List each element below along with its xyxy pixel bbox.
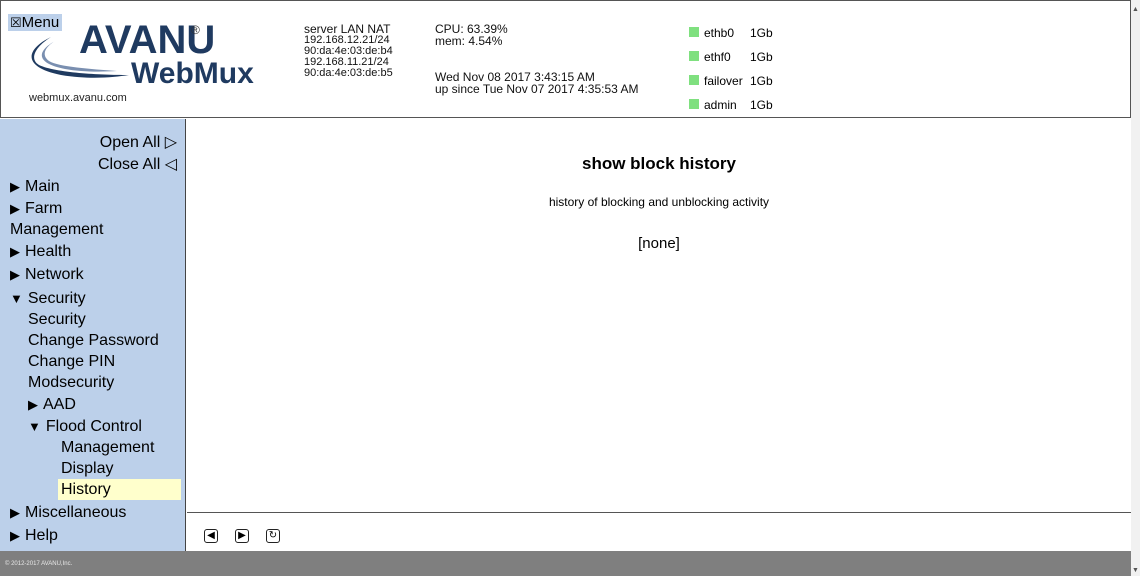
collapse-arrow-icon: ▼ (10, 291, 23, 306)
sidebar-item-label: History (61, 481, 111, 498)
sidebar-item-aad[interactable]: ▶ AAD (0, 394, 212, 415)
menu-toggle-button[interactable]: ☒Menu (8, 14, 63, 31)
sidebar-item-label: Display (61, 460, 114, 477)
back-icon: ◀ (207, 530, 215, 541)
sidebar-item-label: Change Password (28, 332, 159, 349)
sidebar-item-security-sub[interactable]: Security (0, 309, 212, 330)
copyright-text: © 2012-2017 AVANU,Inc. (5, 561, 73, 567)
close-all-link[interactable]: Close All ◁ (98, 154, 177, 174)
status-led-icon (689, 27, 699, 37)
page-nav-bar: ◀ ▶ ↻ (187, 512, 1131, 551)
expand-arrow-icon: ▶ (10, 528, 20, 543)
footer: © 2012-2017 AVANU,Inc. (0, 551, 1131, 576)
expand-arrow-icon: ▶ (10, 244, 20, 259)
open-all-link[interactable]: Open All ▷ (100, 132, 177, 152)
interface-speed: 1Gb (750, 74, 773, 88)
sidebar-item-modsecurity[interactable]: Modsecurity (0, 372, 212, 393)
sidebar-item-miscellaneous[interactable]: ▶ Miscellaneous (0, 502, 194, 523)
sidebar-item-label: Farm (25, 200, 63, 217)
registered-mark: ® (191, 23, 200, 37)
interface-speed: 1Gb (750, 50, 773, 64)
sidebar-item-security[interactable]: ▼ Security (0, 288, 194, 309)
interface-name: admin (704, 98, 737, 112)
forward-icon: ▶ (238, 530, 246, 541)
sidebar-item-label: Miscellaneous (25, 504, 127, 521)
expand-arrow-icon: ▶ (28, 397, 38, 412)
status-led-icon (689, 75, 699, 85)
uptime: up since Tue Nov 07 2017 4:35:53 AM (435, 82, 639, 96)
forward-button[interactable]: ▶ (235, 529, 249, 543)
expand-arrow-icon: ▶ (10, 505, 20, 520)
page-description: history of blocking and unblocking activ… (548, 195, 770, 209)
refresh-button[interactable]: ↻ (266, 529, 280, 543)
collapse-arrow-icon: ▼ (28, 419, 41, 434)
server-mac-2: 90:da:4e:03:de:b5 (304, 67, 393, 79)
scroll-up-arrow-icon[interactable]: ▲ (1132, 6, 1139, 13)
page-title: show block history (582, 154, 736, 173)
sidebar-item-label: Security (28, 311, 86, 328)
sidebar-item-label: Health (25, 243, 72, 260)
sidebar-item-label: AAD (43, 396, 76, 413)
sidebar-item-label: Flood Control (45, 418, 142, 435)
menu-label: Menu (21, 14, 60, 31)
sidebar-item-label: Management (10, 221, 104, 238)
interface-name: ethb0 (704, 26, 735, 40)
expand-arrow-icon: ▶ (10, 267, 20, 282)
header: ☒Menu AVANU ® WebMux webmux.avanu.com se… (0, 0, 1131, 118)
sidebar-item-help[interactable]: ▶ Help (0, 525, 194, 546)
status-led-icon (689, 51, 699, 61)
sidebar-item-change-password[interactable]: Change Password (0, 330, 212, 351)
refresh-icon: ↻ (268, 530, 278, 541)
expand-arrow-icon: ▶ (10, 201, 20, 216)
main-content: show block history history of blocking a… (187, 119, 1131, 512)
site-url: webmux.avanu.com (29, 92, 127, 104)
result-value: [none] (638, 235, 680, 252)
sidebar-item-label: Management (61, 439, 155, 456)
sidebar-item-label: Main (25, 178, 60, 195)
time-info: Wed Nov 08 2017 3:43:15 AM up since Tue … (435, 71, 638, 95)
sidebar-item-label: Security (27, 290, 86, 307)
sidebar-item-network[interactable]: ▶ Network (0, 264, 194, 285)
server-addresses: 192.168.12.21/24 90:da:4e:03:de:b4 192.1… (304, 35, 393, 79)
interface-name: failover (704, 74, 743, 88)
sidebar-nav: Open All ▷ Close All ◁ ▶ Main ▶ Farm Manag… (0, 119, 186, 551)
close-box-icon: ☒ (10, 15, 22, 30)
scroll-down-arrow-icon[interactable]: ▼ (1132, 567, 1139, 574)
sidebar-item-label: Change PIN (28, 353, 116, 370)
interface-speed: 1Gb (750, 98, 773, 112)
sidebar-item-label: Modsecurity (28, 374, 115, 391)
sidebar-item-farm[interactable]: ▶ Farm (0, 198, 194, 219)
sidebar-item-flood-control[interactable]: ▼ Flood Control (0, 416, 212, 437)
interface-speed: 1Gb (750, 26, 773, 40)
logo-product-text: WebMux (131, 57, 254, 90)
sidebar-item-label: Help (25, 527, 58, 544)
sidebar-item-fc-history[interactable]: History (58, 479, 181, 500)
sidebar-item-change-pin[interactable]: Change PIN (0, 351, 212, 372)
sidebar-item-label: Network (25, 266, 84, 283)
sidebar-item-main[interactable]: ▶ Main (0, 176, 194, 197)
status-led-icon (689, 99, 699, 109)
mem-usage: mem: 4.54% (435, 34, 503, 48)
expand-arrow-icon: ▶ (10, 179, 20, 194)
sidebar-item-health[interactable]: ▶ Health (0, 241, 194, 262)
resource-stats: CPU: 63.39% mem: 4.54% (435, 23, 508, 47)
page-scrollbar[interactable]: ▲ ▼ (1131, 0, 1140, 576)
interface-name: ethf0 (704, 50, 731, 64)
sidebar-item-management[interactable]: Management (0, 219, 194, 240)
back-button[interactable]: ◀ (204, 529, 218, 543)
